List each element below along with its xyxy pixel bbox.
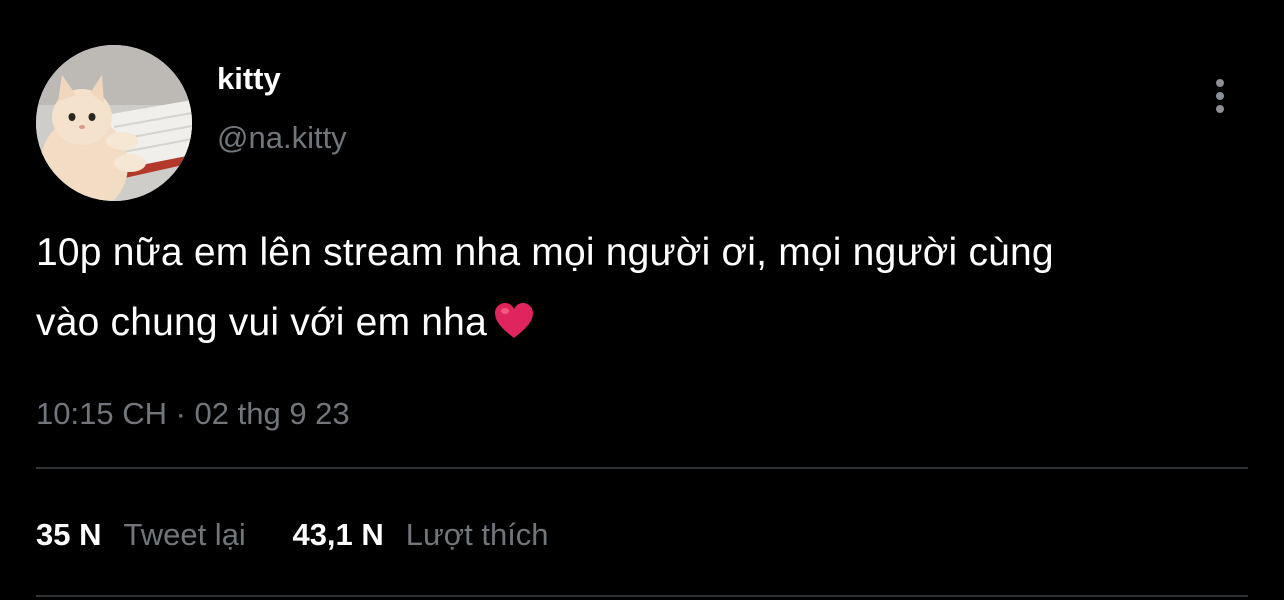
- retweets-stat[interactable]: 35 N Tweet lại: [36, 515, 246, 555]
- divider: [36, 595, 1248, 597]
- retweets-count: 35 N: [36, 517, 102, 552]
- likes-count: 43,1 N: [292, 517, 384, 552]
- likes-label: Lượt thích: [405, 517, 549, 552]
- author-handle[interactable]: @na.kitty: [217, 119, 347, 157]
- likes-stat[interactable]: 43,1 N Lượt thích: [292, 515, 548, 555]
- more-vertical-icon: [1216, 79, 1224, 113]
- retweets-label: Tweet lại: [123, 517, 246, 552]
- tweet-timestamp[interactable]: 10:15 CH · 02 thg 9 23: [36, 395, 350, 433]
- tweet-text-line-2-text: vào chung vui với em nha: [36, 301, 487, 344]
- red-heart-icon: [493, 294, 535, 364]
- avatar[interactable]: [36, 45, 192, 201]
- more-options-button[interactable]: [1205, 76, 1235, 116]
- divider: [36, 467, 1248, 469]
- tweet-stats: 35 N Tweet lại 43,1 N Lượt thích: [36, 515, 549, 555]
- tweet-text-line-1: 10p nữa em lên stream nha mọi người ơi, …: [36, 231, 1054, 274]
- tweet-text-line-2: vào chung vui với em nha: [36, 288, 1251, 364]
- tweet-text: 10p nữa em lên stream nha mọi người ơi, …: [36, 218, 1251, 364]
- author-display-name[interactable]: kitty: [217, 60, 281, 98]
- cat-avatar-image: [36, 45, 192, 201]
